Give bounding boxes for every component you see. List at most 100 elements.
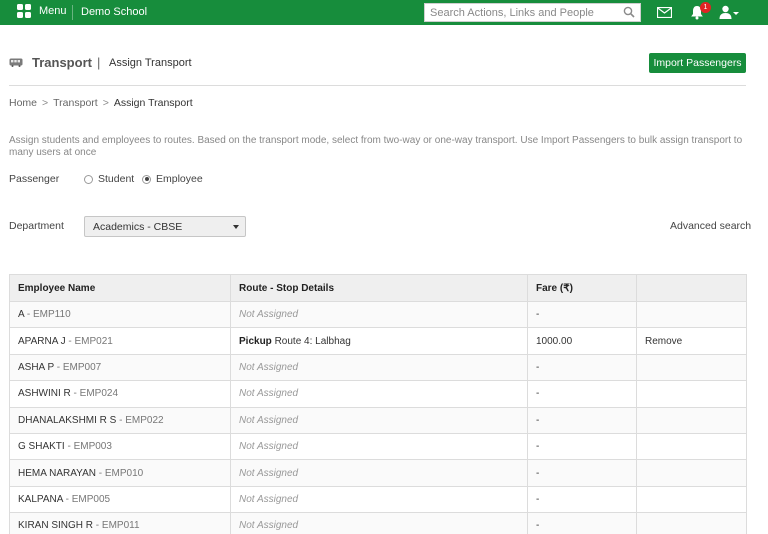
action-cell	[636, 512, 747, 534]
employee-name-cell: ASHWINI R - EMP024	[9, 380, 231, 408]
bus-icon	[9, 58, 23, 67]
table-row: ASHA P - EMP007 Not Assigned -	[9, 353, 747, 382]
not-assigned-text: Not Assigned	[239, 467, 299, 479]
breadcrumb-separator: >	[102, 97, 109, 109]
not-assigned-text: Not Assigned	[239, 361, 299, 373]
employee-name: KIRAN SINGH R	[18, 520, 94, 532]
name-code-separator: -	[53, 361, 63, 373]
fare-cell: -	[527, 432, 637, 461]
not-assigned-text: Not Assigned	[239, 388, 299, 400]
not-assigned-text: Not Assigned	[239, 309, 299, 321]
name-code-separator: -	[93, 520, 102, 532]
employee-code: EMP024	[79, 388, 119, 400]
table-row: A - EMP110 Not Assigned -	[9, 300, 747, 329]
action-cell	[636, 353, 747, 382]
pickup-label: Pickup	[239, 335, 272, 347]
global-search-box	[424, 3, 641, 22]
employee-code: EMP007	[62, 361, 102, 373]
menu-button[interactable]: Menu	[17, 4, 67, 19]
col-header-fare: Fare (₹)	[527, 274, 637, 302]
department-select[interactable]: Academics - CBSE	[84, 216, 246, 237]
route-stop-cell: Not Assigned	[230, 406, 528, 434]
title-separator: |	[97, 55, 101, 70]
employee-name-cell: KALPANA - EMP005	[9, 485, 231, 514]
import-passengers-button[interactable]: Import Passengers	[649, 53, 746, 73]
department-selected-value: Academics - CBSE	[93, 221, 183, 233]
not-assigned-text: Not Assigned	[239, 414, 299, 426]
breadcrumb-transport-link[interactable]: Transport	[53, 97, 98, 109]
table-row: DHANALAKSHMI R S - EMP022 Not Assigned -	[9, 406, 747, 434]
chevron-down-icon	[233, 225, 239, 229]
global-search-input[interactable]	[425, 4, 615, 21]
action-cell: Remove	[636, 327, 747, 355]
passenger-radio-student[interactable]: Student	[84, 173, 134, 185]
route-stop-cell: Not Assigned	[230, 512, 528, 534]
fare-cell: -	[527, 459, 637, 487]
name-code-separator: -	[24, 309, 34, 321]
menu-label: Menu	[39, 5, 67, 17]
action-cell	[636, 459, 747, 487]
fare-cell: 1000.00	[527, 327, 637, 355]
header-divider	[9, 85, 746, 86]
col-header-route-stop: Route - Stop Details	[230, 274, 528, 302]
action-cell	[636, 406, 747, 434]
route-stop-cell: Not Assigned	[230, 353, 528, 382]
breadcrumb: Home > Transport > Assign Transport	[9, 97, 193, 109]
employee-name: DHANALAKSHMI R S	[18, 414, 117, 426]
action-cell	[636, 300, 747, 329]
mail-icon[interactable]	[657, 7, 672, 18]
route-stop-cell: Not Assigned	[230, 459, 528, 487]
user-avatar-icon[interactable]	[719, 5, 732, 19]
page-subtitle: Assign Transport	[109, 57, 192, 69]
employee-code: EMP022	[125, 414, 164, 426]
breadcrumb-separator: >	[42, 97, 49, 109]
employee-code: EMP021	[74, 335, 113, 347]
remove-link[interactable]: Remove	[645, 336, 682, 347]
not-assigned-text: Not Assigned	[239, 493, 299, 505]
not-assigned-text: Not Assigned	[239, 441, 299, 453]
notification-count-badge: 1	[700, 2, 711, 13]
passenger-radio-employee[interactable]: Employee	[142, 173, 203, 185]
employee-name-cell: DHANALAKSHMI R S - EMP022	[9, 406, 231, 434]
employee-code: EMP005	[71, 493, 111, 505]
navbar-divider	[72, 5, 73, 20]
route-stop-cell: Not Assigned	[230, 300, 528, 329]
employee-code: EMP010	[104, 467, 144, 479]
table-row: G SHAKTI - EMP003 Not Assigned -	[9, 432, 747, 461]
fare-cell: -	[527, 353, 637, 382]
school-name-link[interactable]: Demo School	[81, 6, 147, 19]
fare-cell: -	[527, 512, 637, 534]
department-label: Department	[9, 220, 64, 232]
table-row: KIRAN SINGH R - EMP011 Not Assigned -	[9, 512, 747, 534]
employee-name-cell: HEMA NARAYAN - EMP010	[9, 459, 231, 487]
search-icon[interactable]	[623, 6, 635, 18]
name-code-separator: -	[65, 335, 75, 347]
route-details: Route 4: Lalbhag	[274, 335, 351, 347]
name-code-separator: -	[64, 441, 74, 453]
employee-name-cell: KIRAN SINGH R - EMP011	[9, 512, 231, 534]
employee-name: KALPANA	[18, 493, 63, 505]
action-cell	[636, 485, 747, 514]
fare-cell: -	[527, 485, 637, 514]
radio-employee[interactable]	[142, 174, 151, 184]
advanced-search-link[interactable]: Advanced search	[670, 220, 751, 232]
table-row: HEMA NARAYAN - EMP010 Not Assigned -	[9, 459, 747, 487]
user-menu-chevron-down-icon[interactable]	[733, 12, 739, 15]
name-code-separator: -	[95, 467, 105, 479]
radio-student-label: Student	[98, 173, 135, 185]
employee-name: APARNA J	[18, 335, 66, 347]
employee-name: G SHAKTI	[18, 441, 65, 453]
fare-cell: -	[527, 380, 637, 408]
action-cell	[636, 380, 747, 408]
table-row: KALPANA - EMP005 Not Assigned -	[9, 485, 747, 514]
radio-student[interactable]	[84, 174, 93, 184]
breadcrumb-home-link[interactable]: Home	[9, 97, 37, 109]
employee-name-cell: A - EMP110	[9, 300, 231, 329]
employee-name: ASHA P	[18, 361, 54, 373]
table-header-row: Employee Name Route - Stop Details Fare …	[9, 274, 747, 302]
passenger-label: Passenger	[9, 173, 60, 185]
breadcrumb-current: Assign Transport	[113, 97, 193, 109]
col-header-employee-name: Employee Name	[9, 274, 231, 302]
page-description: Assign students and employees to routes.…	[9, 135, 743, 158]
table-row: ASHWINI R - EMP024 Not Assigned -	[9, 380, 747, 408]
